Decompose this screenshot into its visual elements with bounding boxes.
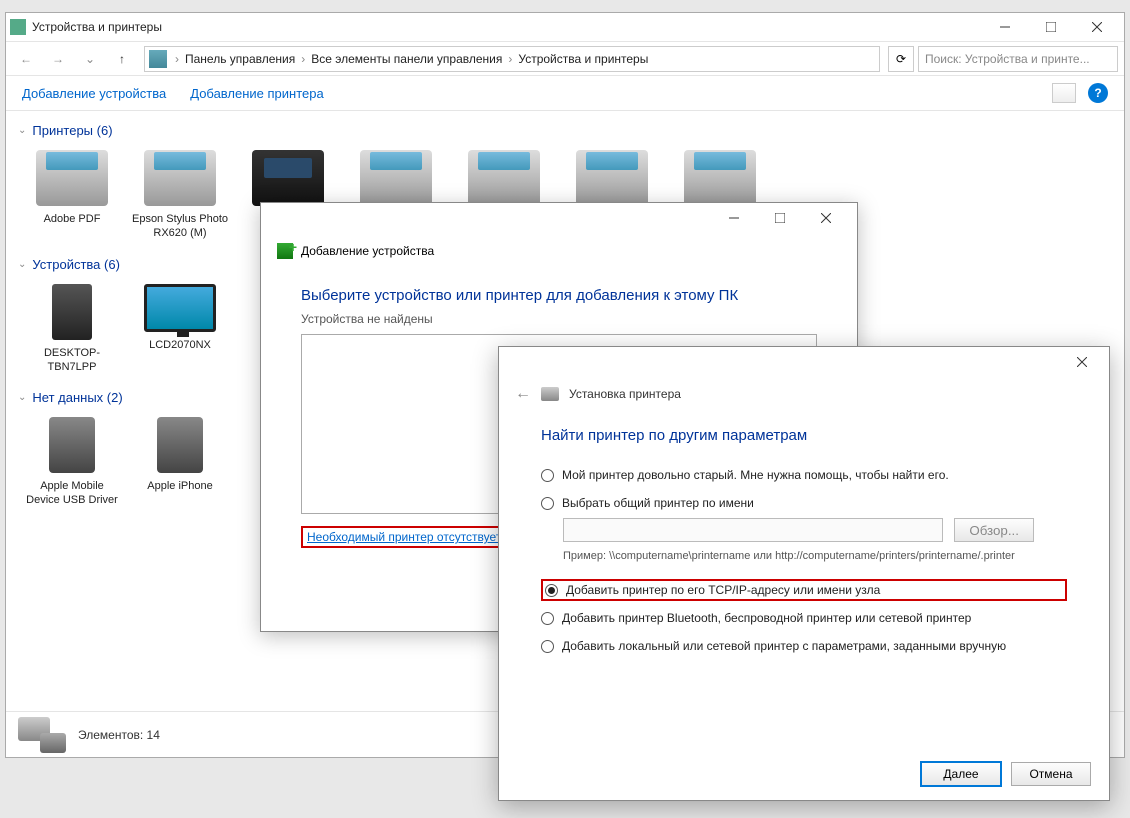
chevron-right-icon: › <box>506 52 514 66</box>
close-button[interactable] <box>1059 348 1105 376</box>
radio-icon <box>545 584 558 597</box>
radio-label: Добавить принтер по его TCP/IP-адресу ил… <box>566 583 880 597</box>
missing-printer-link[interactable]: Необходимый принтер отсутствует <box>307 530 501 544</box>
drive-icon <box>49 417 95 473</box>
wizard1-title: Добавление устройства <box>301 244 434 258</box>
radio-label: Мой принтер довольно старый. Мне нужна п… <box>562 468 949 482</box>
group-title: Принтеры (6) <box>32 123 112 138</box>
radio-old-printer[interactable]: Мой принтер довольно старый. Мне нужна п… <box>541 468 1067 482</box>
add-device-link[interactable]: Добавление устройства <box>22 86 166 101</box>
printer-icon <box>576 150 648 206</box>
highlight-box: Необходимый принтер отсутствует <box>301 526 507 548</box>
breadcrumb-seg-0[interactable]: Панель управления <box>181 52 299 66</box>
fax-icon <box>252 150 324 206</box>
device-item[interactable]: DESKTOP-TBN7LPP <box>22 284 122 375</box>
group-title: Нет данных (2) <box>32 390 122 405</box>
group-header-printers[interactable]: ⌄ Принтеры (6) <box>6 119 1124 142</box>
chevron-right-icon: › <box>299 52 307 66</box>
add-device-icon <box>277 243 293 259</box>
refresh-button[interactable]: ⟳ <box>888 46 914 72</box>
cancel-button[interactable]: Отмена <box>1011 762 1091 786</box>
radio-label: Добавить локальный или сетевой принтер с… <box>562 639 1006 653</box>
monitor-icon <box>144 284 216 332</box>
breadcrumb-seg-1[interactable]: Все элементы панели управления <box>307 52 506 66</box>
close-button[interactable] <box>803 204 849 232</box>
wizard2-crumb-text: Установка принтера <box>569 387 681 401</box>
wizard1-subtitle: Устройства не найдены <box>301 312 817 326</box>
device-item[interactable]: Apple Mobile Device USB Driver <box>22 417 122 508</box>
printer-icon <box>360 150 432 206</box>
printer-icon <box>36 150 108 206</box>
wizard1-heading: Выберите устройство или принтер для доба… <box>301 287 817 304</box>
printer-icon <box>684 150 756 206</box>
radio-icon <box>541 497 554 510</box>
radio-bluetooth[interactable]: Добавить принтер Bluetooth, беспроводной… <box>541 611 1067 625</box>
radio-tcpip[interactable]: Добавить принтер по его TCP/IP-адресу ил… <box>545 583 1063 597</box>
window-title: Устройства и принтеры <box>32 20 982 34</box>
wizard1-titlebar <box>261 203 857 233</box>
nav-up-button[interactable]: ↑ <box>108 45 136 73</box>
maximize-button[interactable] <box>1028 13 1074 41</box>
group-title: Устройства (6) <box>32 257 120 272</box>
view-options-button[interactable] <box>1052 83 1076 103</box>
search-input[interactable]: Поиск: Устройства и принте... <box>918 46 1118 72</box>
printer-install-wizard: ← Установка принтера Найти принтер по др… <box>498 346 1110 801</box>
printer-icon <box>144 150 216 206</box>
radio-icon <box>541 612 554 625</box>
breadcrumb[interactable]: › Панель управления › Все элементы панел… <box>144 46 880 72</box>
wizard2-heading: Найти принтер по другим параметрам <box>541 427 1067 444</box>
printer-icon <box>541 387 559 401</box>
nav-history-button[interactable]: ⌄ <box>76 45 104 73</box>
pc-tower-icon <box>52 284 92 340</box>
explorer-titlebar: Устройства и принтеры <box>6 13 1124 41</box>
minimize-button[interactable] <box>711 204 757 232</box>
device-item[interactable]: LCD2070NX <box>130 284 230 375</box>
radio-icon <box>541 469 554 482</box>
example-text: Пример: \\computername\printername или h… <box>563 548 1067 565</box>
status-text: Элементов: 14 <box>78 728 160 742</box>
devices-printers-icon <box>10 19 26 35</box>
minimize-button[interactable] <box>982 13 1028 41</box>
wizard2-titlebar <box>499 347 1109 377</box>
back-arrow-icon[interactable]: ← <box>515 385 531 403</box>
drive-icon <box>157 417 203 473</box>
chevron-down-icon: ⌄ <box>18 259 26 270</box>
wizard2-crumb: ← Установка принтера <box>499 377 1109 411</box>
device-item[interactable]: Epson Stylus Photo RX620 (M) <box>130 150 230 241</box>
nav-back-button[interactable]: ← <box>12 45 40 73</box>
maximize-button[interactable] <box>757 204 803 232</box>
shared-printer-path-input[interactable] <box>563 518 943 542</box>
toolbar: Добавление устройства Добавление принтер… <box>6 75 1124 111</box>
radio-label: Добавить принтер Bluetooth, беспроводной… <box>562 611 971 625</box>
devices-collection-icon <box>18 717 66 753</box>
control-panel-icon <box>149 50 167 68</box>
device-item[interactable]: Apple iPhone <box>130 417 230 508</box>
device-item[interactable]: Adobe PDF <box>22 150 122 241</box>
search-placeholder: Поиск: Устройства и принте... <box>925 52 1090 66</box>
navbar: ← → ⌄ ↑ › Панель управления › Все элемен… <box>6 41 1124 75</box>
next-button[interactable]: Далее <box>921 762 1001 786</box>
nav-forward-button[interactable]: → <box>44 45 72 73</box>
chevron-down-icon: ⌄ <box>18 392 26 403</box>
highlight-box: Добавить принтер по его TCP/IP-адресу ил… <box>541 579 1067 601</box>
radio-local[interactable]: Добавить локальный или сетевой принтер с… <box>541 639 1067 653</box>
add-printer-link[interactable]: Добавление принтера <box>190 86 323 101</box>
printer-icon <box>468 150 540 206</box>
breadcrumb-seg-2[interactable]: Устройства и принтеры <box>514 52 652 66</box>
radio-icon <box>541 640 554 653</box>
chevron-down-icon: ⌄ <box>18 125 26 136</box>
radio-label: Выбрать общий принтер по имени <box>562 496 754 510</box>
help-button[interactable]: ? <box>1088 83 1108 103</box>
close-button[interactable] <box>1074 13 1120 41</box>
radio-shared-printer[interactable]: Выбрать общий принтер по имени <box>541 496 1067 510</box>
chevron-right-icon: › <box>173 52 181 66</box>
browse-button[interactable]: Обзор... <box>954 518 1034 542</box>
